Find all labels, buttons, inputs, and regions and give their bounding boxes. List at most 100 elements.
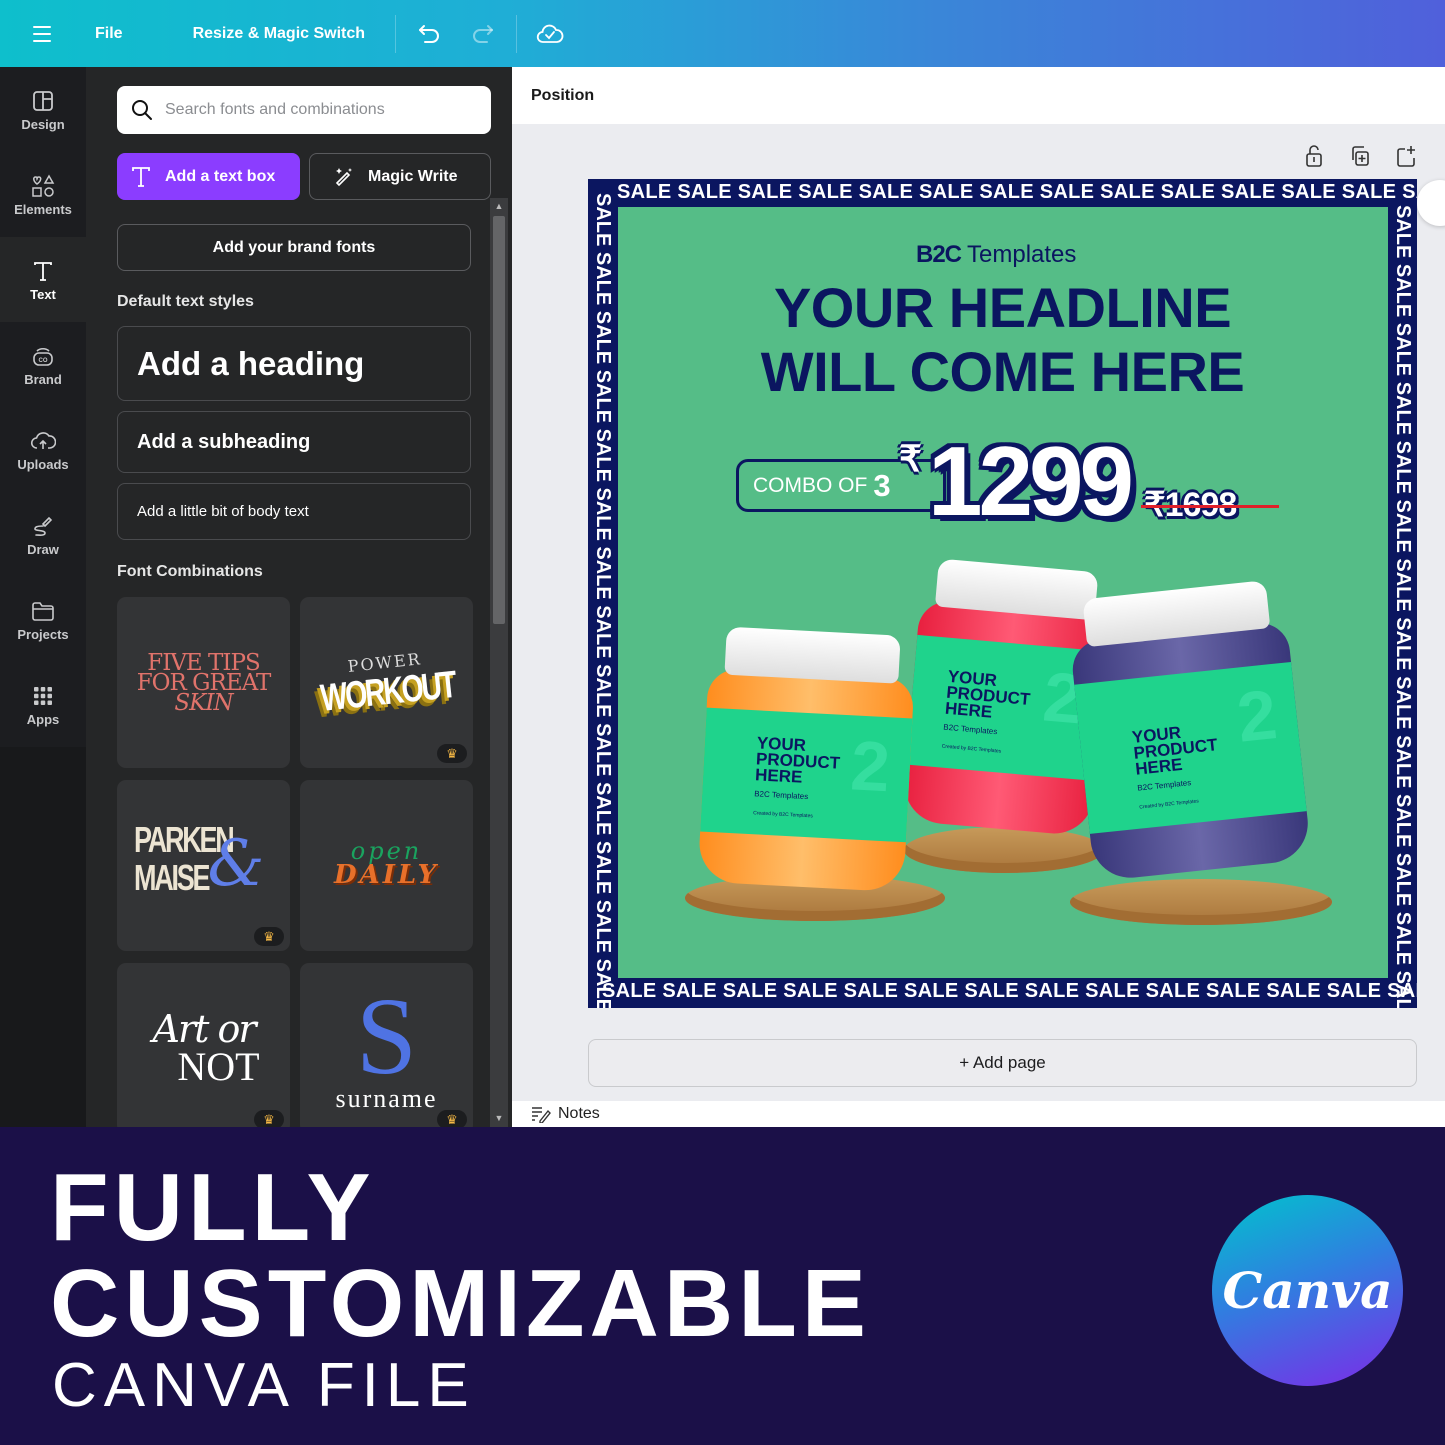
product-credit: Created by B2C Templates <box>941 743 1002 755</box>
page-tools <box>1301 143 1419 169</box>
rail-label: Design <box>21 116 65 132</box>
brand-icon: CO <box>33 347 53 366</box>
text-panel: Add a text box Magic Write Add your bran… <box>86 67 512 1127</box>
cloud-saved-icon <box>536 24 564 43</box>
headline-line-1[interactable]: YOUR HEADLINE <box>588 275 1417 340</box>
product-image-group[interactable]: 2 YOUR PRODUCT HERE B2C Templates Create… <box>668 558 1348 949</box>
strikethrough-line <box>1141 505 1279 508</box>
apps-grid-icon <box>34 686 52 705</box>
brand-mark: B2C <box>916 241 962 268</box>
promo-banner: FULLY CUSTOMIZABLE CANVA FILE Canva <box>0 1127 1445 1445</box>
rail-label: Apps <box>26 711 60 727</box>
panel-scrollbar[interactable]: ▲ ▼ <box>490 198 508 1127</box>
magic-write-label: Magic Write <box>368 167 458 185</box>
font-combinations-title: Font Combinations <box>117 563 263 580</box>
rail-item-uploads[interactable]: Uploads <box>0 407 86 492</box>
lock-icon <box>1306 145 1322 167</box>
font-combination-card[interactable]: FIVE TIPS FOR GREAT SKIN <box>117 597 290 768</box>
combo-preview: POWER WORKOUT <box>318 649 457 720</box>
rail-item-projects[interactable]: Projects <box>0 577 86 662</box>
combo-preview: S surname <box>335 974 438 1113</box>
product-jar-purple: 2 YOUR PRODUCT HERE B2C Templates Create… <box>1065 578 1312 889</box>
add-brand-fonts-label: Add your brand fonts <box>212 238 376 256</box>
canvas-workspace: Position SALE SALE SALE SALE SALE SALE S… <box>512 67 1445 1127</box>
combo-count: 3 <box>873 467 891 503</box>
promo-line-2: CUSTOMIZABLE <box>50 1250 871 1357</box>
text-icon <box>132 166 150 187</box>
font-combination-card[interactable]: open DAILY <box>300 780 473 951</box>
lock-page-button[interactable] <box>1301 143 1327 169</box>
save-status-button[interactable] <box>527 11 573 57</box>
product-credit: Created by B2C Templates <box>1139 798 1200 811</box>
sale-price[interactable]: 1299 <box>928 425 1134 538</box>
menu-icon <box>33 25 51 42</box>
rail-label: Text <box>30 286 56 302</box>
add-text-box-label: Add a text box <box>165 167 276 185</box>
menu-button[interactable] <box>0 0 84 67</box>
rail-item-text[interactable]: Text <box>0 237 86 322</box>
font-search-input[interactable] <box>165 101 465 119</box>
combo-preview: PARKEN MAISE & <box>133 818 265 901</box>
rail-label: Elements <box>14 201 72 217</box>
floating-assistant-button[interactable] <box>1417 180 1445 226</box>
magic-wand-icon <box>335 167 352 186</box>
crown-icon: ♛ <box>263 928 275 944</box>
undo-icon <box>419 24 440 43</box>
add-page-top-button[interactable] <box>1393 143 1419 169</box>
scroll-up-arrow[interactable]: ▲ <box>490 198 508 214</box>
undo-button[interactable] <box>406 11 452 57</box>
rail-item-apps[interactable]: Apps <box>0 662 86 747</box>
notes-bar[interactable]: Notes <box>512 1101 1445 1127</box>
resize-magic-switch-button[interactable]: Resize & Magic Switch <box>193 25 366 43</box>
design-page[interactable]: SALE SALE SALE SALE SALE SALE SALE SALE … <box>588 179 1417 1008</box>
brand-logo[interactable]: B2C Templates <box>916 241 1076 269</box>
font-combination-card[interactable]: POWER WORKOUT ♛ <box>300 597 473 768</box>
scroll-thumb[interactable] <box>493 216 505 624</box>
product-name: YOUR PRODUCT HERE <box>944 666 1032 722</box>
notes-label: Notes <box>558 1105 600 1122</box>
font-combination-card[interactable]: PARKEN MAISE & ♛ <box>117 780 290 951</box>
premium-badge: ♛ <box>437 744 467 763</box>
redo-icon <box>473 24 494 43</box>
sale-border-bottom: SALE SALE SALE SALE SALE SALE SALE SALE … <box>602 980 1417 1002</box>
font-search-box[interactable] <box>117 86 491 134</box>
toolbar-divider <box>395 14 397 53</box>
rail-item-brand[interactable]: CO Brand <box>0 322 86 407</box>
crown-icon: ♛ <box>263 1111 275 1127</box>
rail-item-draw[interactable]: Draw <box>0 492 86 577</box>
text-icon <box>34 261 52 281</box>
add-body-text-button[interactable]: Add a little bit of body text <box>117 483 471 540</box>
product-name: YOUR PRODUCT HERE <box>754 733 841 787</box>
rail-item-design[interactable]: Design <box>0 67 86 152</box>
font-combination-card[interactable]: Art or NOT ♛ <box>117 963 290 1127</box>
add-subheading-button[interactable]: Add a subheading <box>117 411 471 473</box>
combo-preview: Art or NOT <box>152 1006 260 1089</box>
add-page-icon <box>1397 146 1415 167</box>
file-menu[interactable]: File <box>95 25 123 43</box>
shapes-icon <box>32 173 55 197</box>
canva-logo-text: Canva <box>1222 1261 1393 1320</box>
canva-logo: Canva <box>1212 1195 1403 1386</box>
headline-line-2[interactable]: WILL COME HERE <box>588 339 1417 404</box>
rail-item-elements[interactable]: Elements <box>0 152 86 237</box>
layout-icon <box>33 90 53 111</box>
position-button[interactable]: Position <box>531 87 594 105</box>
combo-preview: open DAILY <box>333 836 440 890</box>
add-page-button[interactable]: + Add page <box>588 1039 1417 1087</box>
rail-label: Uploads <box>17 456 69 472</box>
duplicate-page-button[interactable] <box>1347 143 1373 169</box>
font-combination-card[interactable]: S surname ♛ <box>300 963 473 1127</box>
scroll-down-arrow[interactable]: ▼ <box>490 1110 508 1126</box>
add-heading-button[interactable]: Add a heading <box>117 326 471 401</box>
subheading-label: Add a subheading <box>137 430 311 453</box>
top-toolbar: File Resize & Magic Switch <box>0 0 1445 67</box>
premium-badge: ♛ <box>254 927 284 946</box>
add-brand-fonts-button[interactable]: Add your brand fonts <box>117 224 471 271</box>
magic-write-button[interactable]: Magic Write <box>309 153 491 200</box>
svg-text:CO: CO <box>39 358 48 364</box>
redo-button[interactable] <box>460 11 506 57</box>
add-text-box-button[interactable]: Add a text box <box>117 153 300 200</box>
rail-label: Brand <box>24 371 62 387</box>
duplicate-page-icon <box>1352 146 1369 166</box>
crown-icon: ♛ <box>446 745 458 761</box>
